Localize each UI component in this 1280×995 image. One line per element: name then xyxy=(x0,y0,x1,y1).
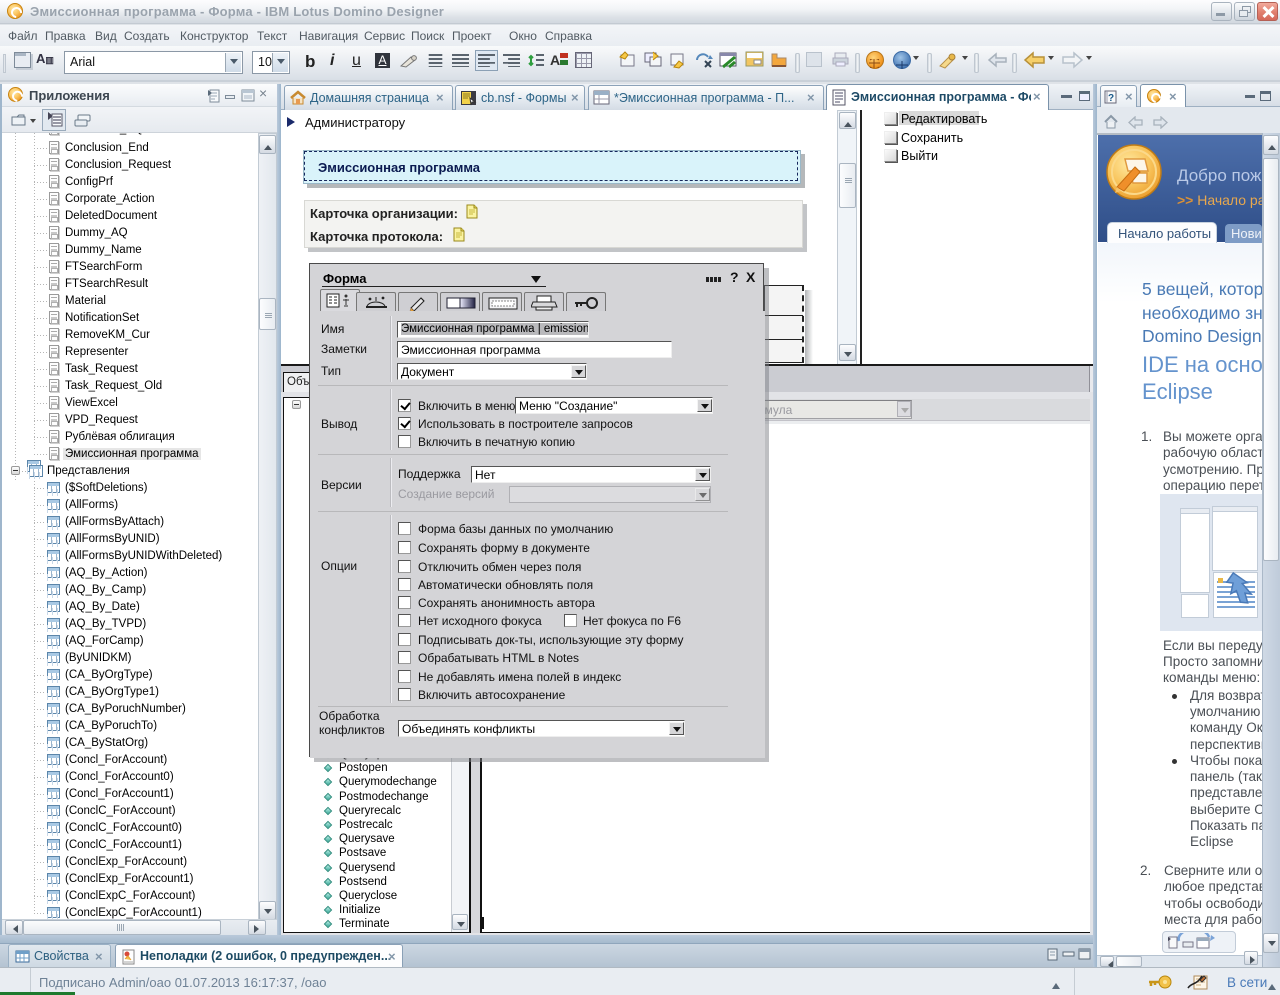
svg-text:?: ? xyxy=(1108,93,1114,104)
svg-text:A: A xyxy=(550,52,560,68)
